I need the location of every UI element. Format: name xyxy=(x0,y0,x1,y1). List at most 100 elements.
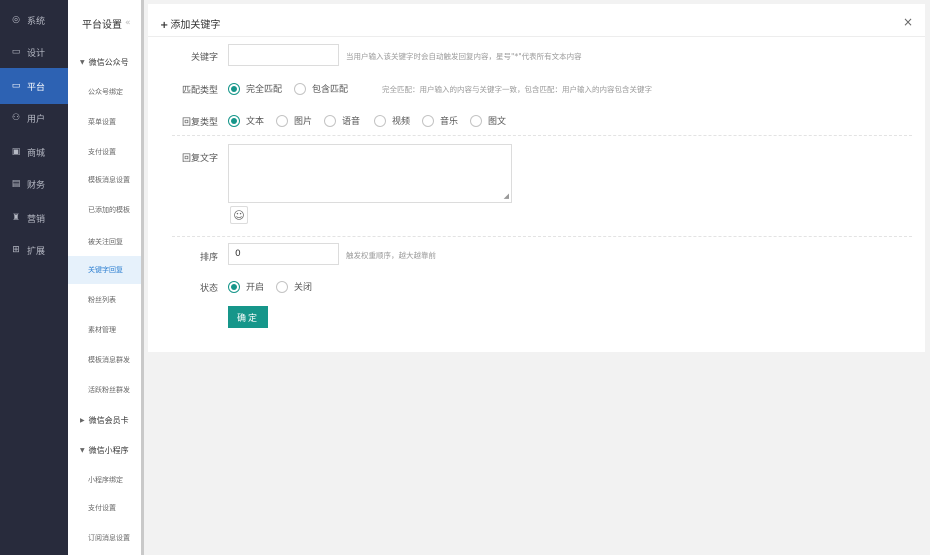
main-sidebar: ◎ 系统 ▭ 设计 ▭ 平台 ⚇ 用户 ▣ 商城 ▤ 财务 ♜ 营销 ⊞ 扩展 xyxy=(0,0,68,555)
radio-label: 音乐 xyxy=(440,117,459,127)
reply-type-news-radio[interactable]: 图文 xyxy=(470,114,506,127)
nav-label: 用户 xyxy=(27,114,46,125)
menu-item-menu-settings[interactable]: 菜单设置 xyxy=(68,108,141,136)
radio-label: 图片 xyxy=(294,117,313,127)
reply-type-text-radio[interactable]: 文本 xyxy=(228,114,264,127)
caret-down-icon: ▼ xyxy=(80,58,85,66)
nav-item-design[interactable]: ▭ 设计 xyxy=(0,34,68,70)
nav-label: 设计 xyxy=(27,48,46,59)
radio-circle xyxy=(294,82,306,95)
radio-circle xyxy=(228,280,240,293)
nav-item-shop[interactable]: ▣ 商城 xyxy=(0,134,68,170)
radio-circle xyxy=(374,114,386,127)
menu-item-keyword-reply[interactable]: 关键字回复 xyxy=(68,256,141,284)
radio-circle xyxy=(276,114,288,127)
reply-type-video-radio[interactable]: 视频 xyxy=(374,114,410,127)
menu-item-fans-list[interactable]: 粉丝列表 xyxy=(68,286,141,314)
section-divider xyxy=(172,236,912,237)
shop-icon: ▣ xyxy=(11,147,21,157)
menu-item-active-fans-broadcast[interactable]: 活跃粉丝群发 xyxy=(68,376,141,404)
title-divider xyxy=(148,36,925,37)
reply-type-music-radio[interactable]: 音乐 xyxy=(422,114,458,127)
radio-label: 开启 xyxy=(246,283,265,293)
status-on-radio[interactable]: 开启 xyxy=(228,280,264,293)
menu-group-wechat-card[interactable]: ▶ 微信会员卡 xyxy=(68,406,141,434)
sort-hint: 触发权重顺序，越大越靠前 xyxy=(346,251,436,260)
sort-input[interactable]: 0 xyxy=(228,243,339,265)
radio-label: 视频 xyxy=(392,117,411,127)
menu-item-material-manage[interactable]: 素材管理 xyxy=(68,316,141,344)
menu-item-mini-bind[interactable]: 小程序绑定 xyxy=(68,466,141,494)
status-off-radio[interactable]: 关闭 xyxy=(276,280,312,293)
nav-item-system[interactable]: ◎ 系统 xyxy=(0,2,68,38)
caret-right-icon: ▶ xyxy=(80,416,85,424)
emoji-icon[interactable]: ☺ xyxy=(230,206,248,224)
radio-label: 包含匹配 xyxy=(312,85,349,95)
nav-label: 扩展 xyxy=(27,246,46,257)
extend-icon: ⊞ xyxy=(12,245,20,255)
caret-down-icon: ▼ xyxy=(80,446,85,454)
menu-group-label: 微信会员卡 xyxy=(88,415,129,425)
submit-button[interactable]: 确定 xyxy=(228,306,268,328)
radio-label: 图文 xyxy=(488,117,507,127)
nav-item-users[interactable]: ⚇ 用户 xyxy=(0,100,68,136)
nav-label: 商城 xyxy=(27,148,46,159)
section-divider xyxy=(172,135,912,136)
add-keyword-panel: + 添加关键字 × 关键字 当用户输入该关键字时会自动触发回复内容，星号"*"代表… xyxy=(148,4,925,352)
radio-label: 文本 xyxy=(246,117,265,127)
status-label: 状态 xyxy=(199,284,218,294)
keyword-hint: 当用户输入该关键字时会自动触发回复内容，星号"*"代表所有文本内容 xyxy=(346,52,582,61)
finance-icon: ▤ xyxy=(11,179,21,189)
menu-item-mini-payment[interactable]: 支付设置 xyxy=(68,494,141,522)
nav-label: 营销 xyxy=(27,214,46,225)
panel-title-text: 添加关键字 xyxy=(170,20,221,31)
menu-item-account-bind[interactable]: 公众号绑定 xyxy=(68,78,141,106)
users-icon: ⚇ xyxy=(11,113,21,123)
match-contains-radio[interactable]: 包含匹配 xyxy=(294,82,348,95)
menu-item-template-settings[interactable]: 模板消息设置 xyxy=(68,166,141,194)
reply-type-voice-radio[interactable]: 语音 xyxy=(324,114,360,127)
nav-label: 系统 xyxy=(27,16,46,27)
menu-group-label: 微信小程序 xyxy=(88,445,129,455)
collapse-icon[interactable]: « xyxy=(125,18,135,28)
secondary-menu: 平台设置 « ▼ 微信公众号 公众号绑定 菜单设置 支付设置 模板消息设置 已添… xyxy=(68,0,144,555)
radio-circle xyxy=(324,114,336,127)
menu-group-mini-program[interactable]: ▼ 微信小程序 xyxy=(68,436,141,464)
radio-circle xyxy=(470,114,482,127)
match-type-hint: 完全匹配：用户输入的内容与关键字一致，包含匹配：用户输入的内容包含关键字 xyxy=(382,85,652,94)
marketing-icon: ♜ xyxy=(11,213,21,223)
menu-item-template-broadcast[interactable]: 模板消息群发 xyxy=(68,346,141,374)
radio-circle xyxy=(276,280,288,293)
reply-type-image-radio[interactable]: 图片 xyxy=(276,114,312,127)
nav-label: 平台 xyxy=(27,82,46,93)
menu-item-follow-reply[interactable]: 被关注回复 xyxy=(68,228,141,256)
reply-text-textarea[interactable]: ◢ xyxy=(228,144,512,203)
nav-item-platform[interactable]: ▭ 平台 xyxy=(0,68,68,104)
close-icon[interactable]: × xyxy=(903,16,913,28)
panel-title: + 添加关键字 xyxy=(160,16,220,31)
menu-item-payment-settings[interactable]: 支付设置 xyxy=(68,138,141,166)
radio-circle xyxy=(228,82,240,95)
monitor-icon: ▭ xyxy=(11,81,21,91)
sort-label: 排序 xyxy=(199,253,218,263)
plus-icon: + xyxy=(160,20,169,31)
radio-label: 完全匹配 xyxy=(246,85,283,95)
gear-icon: ◎ xyxy=(12,15,20,25)
menu-group-wechat-official[interactable]: ▼ 微信公众号 xyxy=(68,48,141,76)
radio-circle xyxy=(228,114,240,127)
nav-item-marketing[interactable]: ♜ 营销 xyxy=(0,200,68,236)
nav-item-finance[interactable]: ▤ 财务 xyxy=(0,166,68,202)
match-exact-radio[interactable]: 完全匹配 xyxy=(228,82,282,95)
radio-label: 关闭 xyxy=(294,283,313,293)
menu-group-label: 微信公众号 xyxy=(88,57,129,67)
resize-handle-icon[interactable]: ◢ xyxy=(504,193,509,200)
nav-item-extend[interactable]: ⊞ 扩展 xyxy=(0,232,68,268)
radio-label: 语音 xyxy=(342,117,361,127)
keyword-input[interactable] xyxy=(228,44,339,66)
reply-type-label: 回复类型 xyxy=(181,118,218,128)
keyword-label: 关键字 xyxy=(190,53,218,63)
menu-item-added-templates[interactable]: 已添加的模板 xyxy=(68,196,141,224)
menu-item-subscribe-settings[interactable]: 订阅消息设置 xyxy=(68,524,141,552)
match-type-label: 匹配类型 xyxy=(181,86,218,96)
radio-circle xyxy=(422,114,434,127)
